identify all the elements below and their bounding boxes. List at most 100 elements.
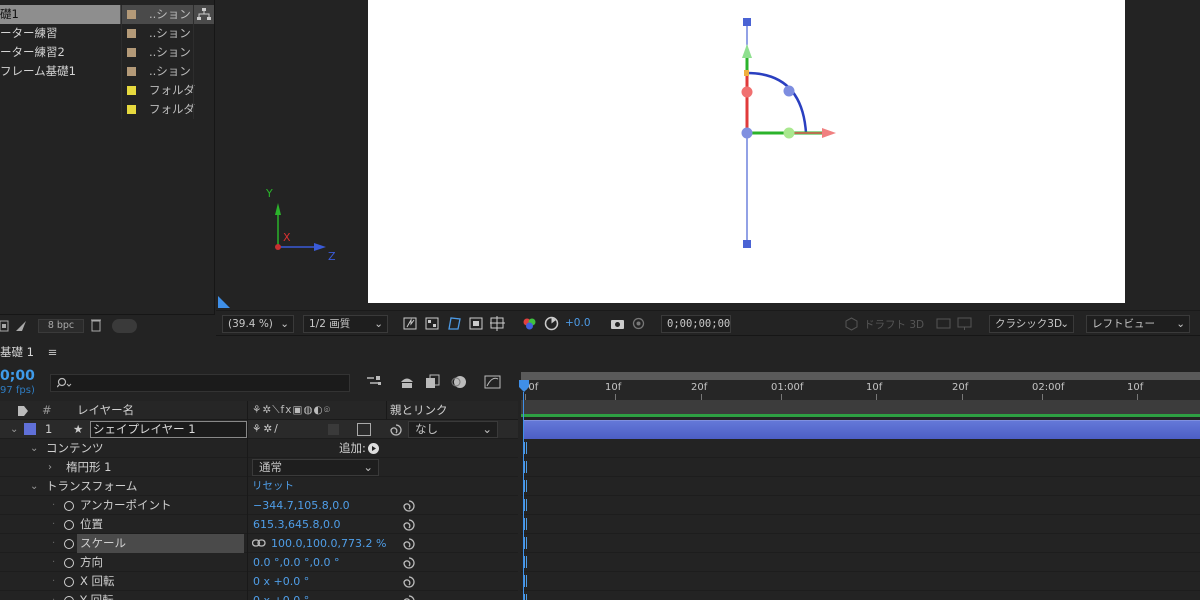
timeline-track[interactable] [521, 534, 1200, 553]
fast-preview-icon[interactable] [403, 316, 418, 331]
shape-layer-gizmo[interactable] [368, 0, 1125, 303]
ellipse-point[interactable] [783, 85, 795, 97]
keyframe-marker[interactable] [524, 442, 527, 454]
property-row[interactable]: · 位置 615.3,645.8,0.0 [0, 515, 518, 534]
adjustment-switch[interactable] [328, 424, 339, 435]
composition-canvas[interactable] [368, 0, 1125, 303]
timeline-track[interactable] [521, 553, 1200, 572]
renderer-dropdown[interactable]: クラシック3D ⌄ [989, 315, 1074, 333]
snapshot-icon[interactable] [631, 316, 646, 331]
stopwatch-icon[interactable] [64, 577, 74, 587]
timeline-tab[interactable]: 基礎 1 ≡ [0, 343, 57, 361]
keyframe-marker[interactable] [524, 556, 527, 568]
link-constrain-icon[interactable] [252, 539, 266, 548]
exposure-reset-icon[interactable] [544, 316, 559, 331]
grid-guides-icon[interactable] [490, 316, 505, 331]
property-value[interactable]: 0 x +0.0 ° [253, 572, 309, 591]
z-axis-handle-bottom[interactable] [743, 240, 751, 248]
layer-duration-bar[interactable] [524, 420, 1200, 439]
timeline-track[interactable] [521, 496, 1200, 515]
add-arrow-icon[interactable] [368, 443, 379, 454]
blend-mode-dropdown[interactable]: 通常 ⌄ [252, 459, 379, 476]
camera-icon[interactable] [610, 316, 625, 331]
contents-row[interactable]: ⌄ コンテンツ 追加: [0, 439, 518, 458]
z-axis-handle-top[interactable] [743, 18, 751, 26]
draft-3d-label[interactable]: ドラフト 3D [864, 317, 924, 332]
y-handle[interactable] [741, 86, 753, 98]
property-value[interactable]: 0.0 °,0.0 °,0.0 ° [253, 553, 339, 572]
header-layer-name[interactable]: レイヤー名 [77, 401, 134, 420]
network-icon[interactable] [197, 8, 211, 21]
ground-plane-icon[interactable] [936, 316, 951, 331]
label-color-swatch[interactable] [127, 29, 136, 38]
project-item[interactable]: ーター練習 ..ション [0, 24, 214, 43]
label-color-swatch[interactable] [127, 10, 136, 19]
view-dropdown[interactable]: レフトビュー ⌄ [1086, 315, 1190, 333]
expression-pick-whip-icon[interactable] [402, 575, 416, 589]
layer-label-color[interactable] [24, 423, 36, 435]
expression-pick-whip-icon[interactable] [402, 537, 416, 551]
extended-viewer-icon[interactable] [957, 316, 972, 331]
transform-row[interactable]: ⌄ トランスフォーム リセット [0, 477, 518, 496]
current-time-display[interactable]: 0;00;00;00 [661, 315, 731, 333]
expression-pick-whip-icon[interactable] [402, 556, 416, 570]
label-color-swatch[interactable] [127, 48, 136, 57]
keyframe-marker[interactable] [524, 480, 527, 492]
property-row[interactable]: · X 回転 0 x +0.0 ° [0, 572, 518, 591]
region-of-interest-icon[interactable] [469, 316, 484, 331]
property-row[interactable]: · アンカーポイント −344.7,105.8,0.0 [0, 496, 518, 515]
project-item[interactable]: 礎1 ..ション [0, 5, 214, 24]
layer-row-1[interactable]: ⌄ 1 ★ シェイプレイヤー 1 ⚘✲/ なし ⌄ [0, 420, 518, 439]
3d-layer-switch[interactable] [357, 423, 371, 436]
anchor-point[interactable] [741, 127, 753, 139]
mask-path-icon[interactable] [447, 316, 462, 331]
reset-link[interactable]: リセット [252, 477, 294, 496]
resolution-dropdown[interactable]: 1/2 画質 ⌄ [303, 315, 388, 333]
pick-whip-icon[interactable] [389, 423, 403, 437]
label-color-swatch[interactable] [127, 67, 136, 76]
property-row[interactable]: · スケール 100.0,100.0,773.2 % [0, 534, 518, 553]
label-color-swatch[interactable] [127, 86, 136, 95]
project-item[interactable]: フォルダ [0, 100, 214, 119]
project-item[interactable]: フレーム基礎1 ..ション [0, 62, 214, 81]
keyframe-marker[interactable] [524, 499, 527, 511]
flowchart-icon[interactable] [0, 319, 12, 333]
keyframe-marker[interactable] [524, 575, 527, 587]
property-row[interactable]: · 方向 0.0 °,0.0 °,0.0 ° [0, 553, 518, 572]
x-handle[interactable] [783, 127, 795, 139]
exposure-value[interactable]: +0.0 [565, 317, 591, 329]
project-item[interactable]: ーター練習2 ..ション [0, 43, 214, 62]
expression-pick-whip-icon[interactable] [402, 499, 416, 513]
chevron-down-icon[interactable]: ⌄ [10, 420, 18, 439]
timeline-track[interactable] [521, 458, 1200, 477]
render-queue-icon[interactable] [14, 319, 28, 333]
work-area-bar[interactable] [521, 400, 1200, 414]
property-row[interactable]: · Y 回転 0 x +0.0 ° [0, 591, 518, 600]
keyframe-marker[interactable] [524, 537, 527, 549]
keyframe-marker[interactable] [524, 461, 527, 473]
stopwatch-icon[interactable] [64, 501, 74, 511]
property-value[interactable]: −344.7,105.8,0.0 [253, 496, 350, 515]
timeline-track[interactable] [521, 515, 1200, 534]
chevron-down-icon[interactable]: ⌄ [30, 477, 38, 496]
property-value[interactable]: 615.3,645.8,0.0 [253, 515, 340, 534]
trash-icon[interactable] [90, 318, 102, 332]
keyframe-marker[interactable] [524, 594, 527, 600]
timeline-track[interactable] [521, 439, 1200, 458]
ellipse-row[interactable]: › 楕円形 1 通常 ⌄ [0, 458, 518, 477]
expression-pick-whip-icon[interactable] [402, 518, 416, 532]
label-color-swatch[interactable] [127, 105, 136, 114]
bpc-button[interactable]: 8 bpc [38, 319, 84, 333]
property-value[interactable]: 100.0,100.0,773.2 % [271, 534, 386, 553]
layer-name-field[interactable]: シェイプレイヤー 1 [90, 421, 247, 438]
parent-dropdown[interactable]: なし ⌄ [408, 421, 498, 438]
playhead-marker[interactable] [519, 380, 529, 392]
color-channels-icon[interactable] [522, 316, 537, 331]
add-label[interactable]: 追加: [339, 439, 366, 458]
chevron-right-icon[interactable]: › [48, 458, 52, 477]
draft-3d-icon[interactable] [844, 316, 859, 331]
stopwatch-icon[interactable] [64, 558, 74, 568]
keyframe-marker[interactable] [524, 518, 527, 530]
timeline-track[interactable] [521, 477, 1200, 496]
timeline-track[interactable] [521, 572, 1200, 591]
